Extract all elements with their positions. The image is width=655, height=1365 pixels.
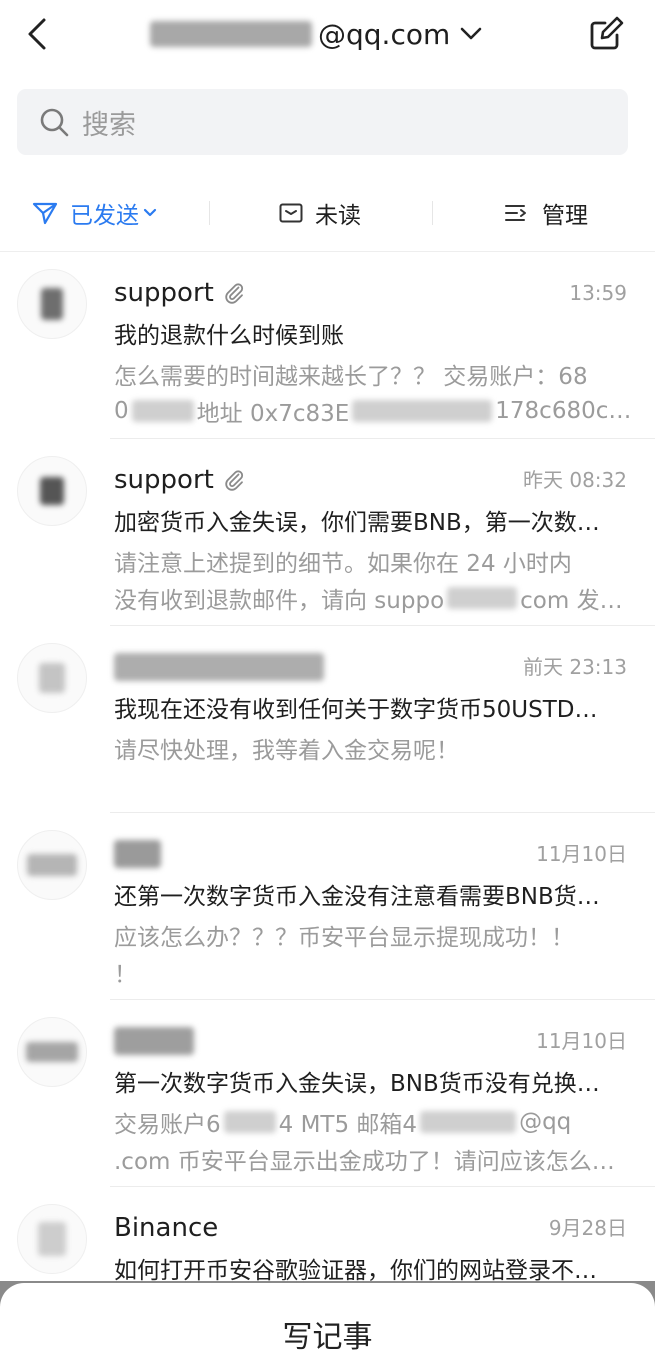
top-bar: @qq.com xyxy=(0,0,655,72)
mail-item[interactable]: 前天 23:13 我现在还没有收到任何关于数字货币50USTD… 请尽快处理，我… xyxy=(0,626,655,813)
envelope-icon xyxy=(279,203,303,223)
mail-item[interactable]: 11月10日 第一次数字货币入金失误，BNB货币没有兑换… 交易账户6 4 MT… xyxy=(0,1000,655,1187)
chevron-down-icon xyxy=(143,208,157,218)
mail-time: 昨天 08:32 xyxy=(523,468,627,492)
mail-item[interactable]: support 13:59 我的退款什么时候到账 怎么需要的时间越来越长了？？ … xyxy=(0,252,655,439)
redacted-sender xyxy=(114,840,161,868)
avatar xyxy=(17,456,87,526)
mail-time: 11月10日 xyxy=(536,842,627,866)
search-bar[interactable]: 搜索 xyxy=(17,89,628,155)
redacted-sender xyxy=(114,653,324,681)
paper-plane-icon xyxy=(32,201,58,225)
filter-manage[interactable]: 管理 xyxy=(504,180,588,246)
mail-sender: support xyxy=(114,278,214,308)
redacted-text xyxy=(352,399,493,422)
mail-preview: 怎么需要的时间越来越长了？？ 交易账户：68 0 地址 0x7c83E 178c… xyxy=(114,355,629,429)
preview-text: 交易账户6 xyxy=(114,1111,221,1138)
mail-preview: 交易账户6 4 MT5 邮箱4 @qq .com 币安平台显示出金成功了！请问应… xyxy=(114,1103,629,1177)
divider xyxy=(432,201,433,225)
compose-button[interactable] xyxy=(584,11,628,55)
avatar xyxy=(17,1017,87,1087)
sender-row xyxy=(114,1022,194,1060)
mail-time: 9月28日 xyxy=(548,1216,627,1240)
back-button[interactable] xyxy=(18,12,58,56)
sender-row: support xyxy=(114,461,246,499)
avatar xyxy=(17,830,87,900)
sender-row: support xyxy=(114,274,246,312)
filter-sent[interactable]: 已发送 xyxy=(32,180,157,246)
search-icon xyxy=(39,107,69,137)
filter-manage-label: 管理 xyxy=(542,203,588,229)
preview-text: .com 币安平台显示出金成功了！请问应该怎么… xyxy=(114,1148,615,1175)
preview-text: ！ xyxy=(114,961,137,988)
sender-row xyxy=(114,835,161,873)
mail-preview: 请注意上述提到的细节。如果你在 24 小时内 没有收到退款邮件，请向 suppo… xyxy=(114,542,629,616)
sender-row xyxy=(114,648,324,686)
preview-text: 0 xyxy=(114,397,129,424)
mail-subject: 加密货币入金失误，你们需要BNB，第一次数… xyxy=(114,510,600,536)
filter-sent-label: 已发送 xyxy=(70,203,139,229)
mail-time: 11月10日 xyxy=(536,1029,627,1053)
redacted-text xyxy=(420,1110,517,1133)
preview-text: com 发… xyxy=(520,587,623,614)
divider xyxy=(209,201,210,225)
paperclip-icon xyxy=(222,281,246,305)
avatar xyxy=(17,269,87,339)
preview-text: 应该怎么办？？？币安平台显示提现成功！！ xyxy=(114,924,574,951)
mail-item[interactable]: 11月10日 还第一次数字货币入金没有注意看需要BNB货… 应该怎么办？？？币安… xyxy=(0,813,655,1000)
preview-text: 没有收到退款邮件，请向 suppo xyxy=(114,587,445,614)
avatar xyxy=(17,1204,87,1274)
mail-list[interactable]: support 13:59 我的退款什么时候到账 怎么需要的时间越来越长了？？ … xyxy=(0,252,655,1365)
mail-subject: 还第一次数字货币入金没有注意看需要BNB货… xyxy=(114,884,600,910)
mail-subject: 我现在还没有收到任何关于数字货币50USTD… xyxy=(114,697,598,723)
compose-icon xyxy=(588,15,624,51)
mail-sender: Binance xyxy=(114,1213,219,1243)
preview-text: 请尽快处理，我等着入金交易呢！ xyxy=(114,737,459,764)
sender-row: Binance xyxy=(114,1209,218,1247)
mail-preview: 请尽快处理，我等着入金交易呢！ xyxy=(114,729,629,766)
mail-subject: 我的退款什么时候到账 xyxy=(114,323,344,349)
preview-text: 请注意上述提到的细节。如果你在 24 小时内 xyxy=(114,550,572,577)
mail-item[interactable]: support 昨天 08:32 加密货币入金失误，你们需要BNB，第一次数… … xyxy=(0,439,655,626)
write-note-button[interactable]: 写记事 xyxy=(0,1318,655,1358)
preview-text: 4 MT5 邮箱4 xyxy=(278,1111,418,1138)
mail-preview: 应该怎么办？？？币安平台显示提现成功！！ ！ xyxy=(114,916,629,990)
redacted-sender xyxy=(114,1027,194,1055)
chevron-down-icon xyxy=(460,27,482,41)
filter-unread[interactable]: 未读 xyxy=(279,180,361,246)
filter-unread-label: 未读 xyxy=(315,203,361,229)
preview-text: @qq xyxy=(519,1108,572,1135)
redacted-text xyxy=(223,1110,276,1133)
account-switcher[interactable]: @qq.com xyxy=(150,12,482,56)
bottom-sheet: 写记事 xyxy=(0,1283,655,1365)
paperclip-icon xyxy=(222,468,246,492)
mail-time: 前天 23:13 xyxy=(523,655,627,679)
filter-bar: 已发送 未读 管理 xyxy=(0,180,655,246)
preview-text: 178c680c… xyxy=(495,397,629,424)
mail-subject: 第一次数字货币入金失误，BNB货币没有兑换… xyxy=(114,1071,600,1097)
preview-text: 怎么需要的时间越来越长了？？ 交易账户：68 xyxy=(114,363,588,390)
mail-sender: support xyxy=(114,465,214,495)
preview-text: 地址 0x7c83E xyxy=(196,400,350,427)
redacted-text xyxy=(131,399,194,422)
redacted-text xyxy=(150,21,312,47)
chevron-left-icon xyxy=(26,16,50,52)
account-email: @qq.com xyxy=(318,17,451,51)
mail-time: 13:59 xyxy=(569,281,627,305)
redacted-text xyxy=(447,586,518,609)
avatar xyxy=(17,643,87,713)
list-manage-icon xyxy=(504,202,530,224)
search-placeholder: 搜索 xyxy=(82,109,136,141)
